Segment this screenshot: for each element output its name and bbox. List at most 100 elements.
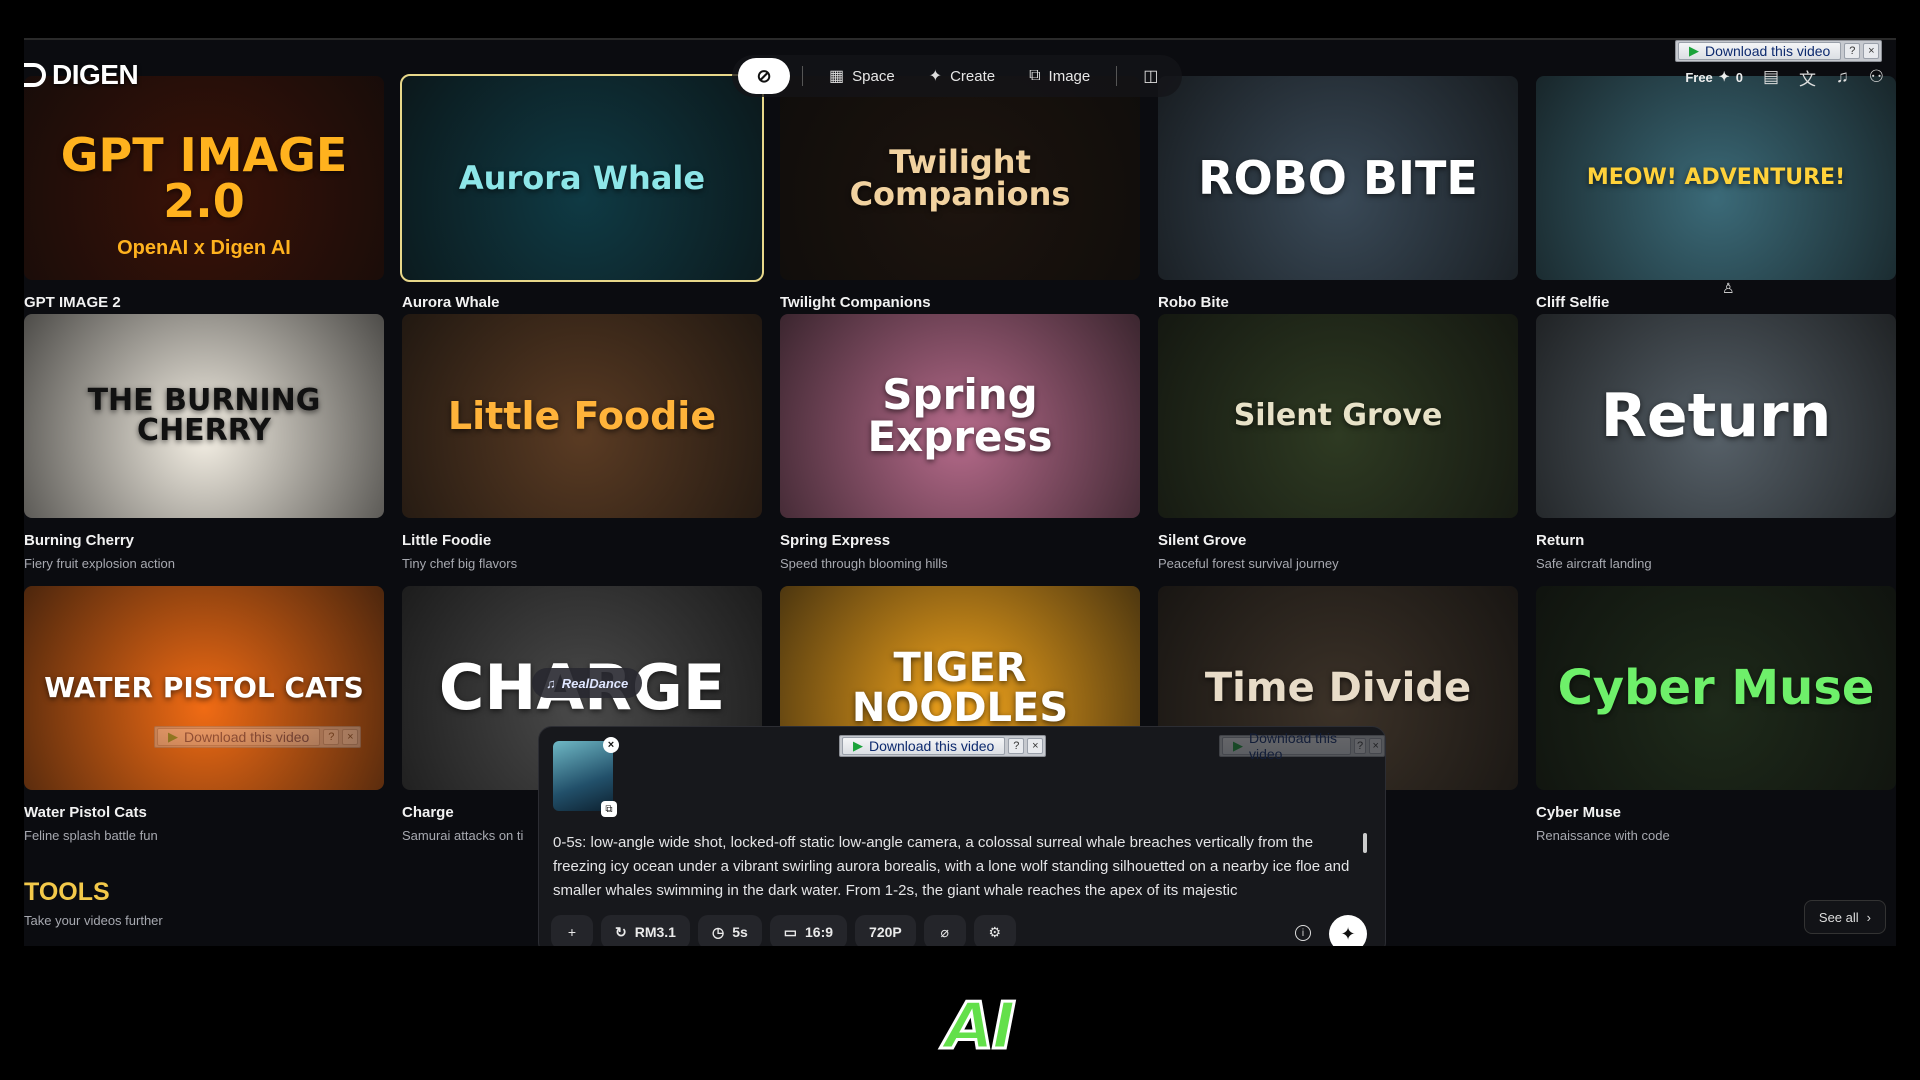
nav-space-label: Space [852, 67, 895, 85]
prompt-panel: × ⧉ ▶ Download this video ? × ▶ Download t… [538, 726, 1386, 946]
showcase-card[interactable]: Twilight CompanionsTwilight CompanionsBr… [780, 76, 1140, 333]
play-icon: ▶ [1689, 43, 1699, 58]
mouse-cursor-icon: ♙ [1722, 280, 1735, 296]
plan-badge[interactable]: Free ✦ 0 [1685, 69, 1743, 85]
reference-crop-icon[interactable]: ⧉ [601, 801, 617, 817]
image-icon: ⧉ [1029, 67, 1041, 84]
prompt-textarea[interactable]: 0-5s: low-angle wide shot, locked-off st… [553, 831, 1363, 903]
nav-image[interactable]: ⧉ Image [1015, 58, 1104, 94]
translate-icon[interactable]: 文 [1799, 65, 1816, 90]
nav-space[interactable]: ▦ Space [815, 58, 909, 94]
card-subtitle: Renaissance with code [1536, 828, 1670, 843]
help-button[interactable]: ? [1844, 43, 1861, 59]
download-video-button[interactable]: ▶ Download this video [1678, 42, 1842, 60]
video-caption: AI [943, 989, 1017, 1066]
download-video-overlay-prompt: ▶ Download this video ? × [839, 735, 1047, 757]
nav-create[interactable]: ✦ Create [915, 58, 1009, 94]
help-button-2[interactable]: ? [1008, 738, 1025, 754]
play-icon-2: ▶ [853, 738, 863, 753]
card-title: Burning Cherry [24, 532, 135, 549]
card-thumbnail[interactable]: Return [1536, 314, 1896, 518]
card-thumbnail[interactable]: ROBO BITE [1158, 76, 1518, 280]
resolution-label: 720P [869, 924, 902, 940]
nav-create-label: Create [950, 67, 996, 85]
download-video-button-3[interactable]: ▶ Download this video [1222, 730, 1351, 762]
showcase-card[interactable]: THE BURNING CHERRY Burning Cherry Fiery fr… [24, 314, 384, 571]
nav-more[interactable]: ◫ [1129, 58, 1172, 94]
showcase-card[interactable]: Aurora WhaleAurora WhaleMajestic beast g… [400, 74, 764, 333]
download-video-overlay-faded: ▶ Download this video ? × [1219, 730, 1385, 762]
generate-button[interactable]: ✦ [1329, 915, 1367, 946]
card-thumbnail-art: Twilight Companions [849, 143, 1071, 213]
nav-divider [802, 66, 803, 86]
chevron-right-icon: › [1866, 909, 1871, 925]
music-tag[interactable]: ♫ RealDance [532, 668, 643, 698]
model-selector[interactable]: ↻ RM3.1 [601, 915, 690, 946]
bookmark-icon[interactable]: ▤ [1763, 67, 1779, 87]
info-icon[interactable]: i [1295, 925, 1311, 941]
showcase-card[interactable]: ROBO BITERobo BiteSnowy roadside meal [1158, 76, 1518, 333]
ratio-selector[interactable]: ▭ 16:9 [769, 915, 848, 946]
help-button-3[interactable]: ? [1353, 738, 1367, 754]
card-thumbnail[interactable]: WATER PISTOL CATS [24, 586, 384, 790]
play-icon-3: ▶ [1233, 738, 1243, 753]
reference-image-thumbnail[interactable]: × ⧉ [553, 737, 619, 817]
add-button[interactable]: + [551, 915, 593, 946]
grid-icon: ▦ [829, 68, 845, 85]
showcase-card[interactable]: Cyber Muse Cyber Muse Renaissance with cod… [1536, 586, 1896, 843]
card-thumbnail[interactable]: GPT IMAGE 2.0 OpenAI x Digen AI [24, 76, 384, 280]
showcase-card[interactable]: WATER PISTOL CATS Water Pistol Cats Feline… [24, 586, 384, 843]
user-icon[interactable]: ⚇ [1869, 67, 1884, 87]
sparkle-icon: ✦ [928, 68, 943, 85]
bell-icon[interactable]: ♫ [1836, 67, 1849, 87]
plus-icon: + [567, 924, 577, 940]
resolution-selector[interactable]: 720P [855, 915, 916, 946]
card-title: Spring Express [780, 532, 891, 549]
showcase-card[interactable]: Return Return Safe aircraft landing [1536, 314, 1896, 571]
card-thumbnail-art: TIGER NOODLES [851, 645, 1069, 731]
download-video-label-4: Download this video [184, 729, 310, 745]
card-title: Twilight Companions [780, 294, 931, 311]
close-button-4[interactable]: × [342, 729, 359, 745]
card-thumbnail[interactable]: Little Foodie [402, 314, 762, 518]
duration-selector[interactable]: ◷ 5s [697, 915, 762, 946]
card-title: GPT IMAGE 2 [24, 294, 121, 311]
showcase-card[interactable]: MEOW! ADVENTURE!Cliff SelfieEpic snap on… [1536, 76, 1896, 333]
download-video-button-4[interactable]: ▶ Download this video [157, 728, 321, 746]
card-title: Water Pistol Cats [24, 804, 147, 821]
remove-reference-icon[interactable]: × [603, 737, 619, 753]
card-thumbnail[interactable]: MEOW! ADVENTURE! [1536, 76, 1896, 280]
card-thumbnail-art: Aurora Whale [458, 159, 706, 197]
card-title: Cyber Muse [1536, 804, 1622, 821]
download-video-button-2[interactable]: ▶ Download this video [842, 737, 1006, 755]
showcase-card[interactable]: Silent Grove Silent Grove Peaceful forest … [1158, 314, 1518, 571]
showcase-card[interactable]: GPT IMAGE 2.0 OpenAI x Digen AI GPT IMAGE … [24, 76, 384, 333]
close-button-3[interactable]: × [1369, 738, 1382, 754]
showcase-card[interactable]: Little Foodie Little Foodie Tiny chef big … [402, 314, 762, 571]
prompt-scrollbar[interactable] [1363, 833, 1367, 853]
card-thumbnail-art: Little Foodie [447, 394, 717, 438]
explore-button[interactable]: ⊘ [738, 58, 790, 94]
card-thumbnail[interactable]: Twilight Companions [780, 76, 1140, 280]
digen-logo[interactable]: DIGEN [24, 59, 139, 90]
card-subtitle: Peaceful forest survival journey [1158, 556, 1339, 571]
nav-divider-2 [1116, 66, 1118, 86]
screen: DIGEN ⊘ ▦ Space ✦ Create ⧉ Image ◫ Free ✦ 0… [0, 0, 1920, 1080]
settings-button[interactable]: ⚙ [973, 915, 1016, 946]
showcase-card[interactable]: Spring Express Spring Express Speed throug… [780, 314, 1140, 571]
aspect-ratio-icon: ▭ [783, 923, 797, 940]
card-thumbnail[interactable]: Spring Express [780, 314, 1140, 518]
card-title: Aurora Whale [402, 294, 500, 311]
card-subtitle: Tiny chef big flavors [402, 556, 518, 571]
card-title: Return [1536, 532, 1585, 549]
card-subtitle: Safe aircraft landing [1536, 556, 1652, 571]
close-button-2[interactable]: × [1027, 738, 1044, 754]
card-thumbnail[interactable]: Aurora Whale [400, 74, 764, 282]
close-button[interactable]: × [1863, 43, 1880, 59]
help-button-4[interactable]: ? [323, 729, 340, 745]
card-thumbnail[interactable]: Silent Grove [1158, 314, 1518, 518]
card-thumbnail[interactable]: THE BURNING CHERRY [24, 314, 384, 518]
see-all-button[interactable]: See all › [1803, 900, 1886, 934]
card-thumbnail[interactable]: Cyber Muse [1536, 586, 1896, 790]
style-button[interactable]: ⌀ [923, 915, 966, 946]
